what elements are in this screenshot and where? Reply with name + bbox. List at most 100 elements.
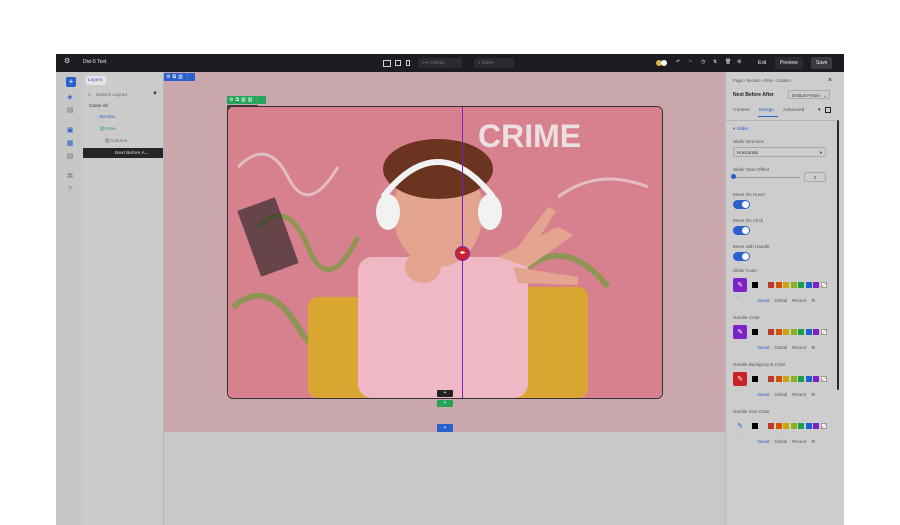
- tablet-view-icon[interactable]: [395, 60, 401, 66]
- global-tab[interactable]: Global: [774, 345, 787, 351]
- color-swatch[interactable]: [775, 423, 782, 429]
- settings-icon[interactable]: ⚙: [811, 392, 815, 398]
- add-section-button[interactable]: +: [437, 424, 453, 432]
- tab-layers[interactable]: Layers: [86, 76, 106, 85]
- start-offset-slider[interactable]: [734, 177, 800, 178]
- swatch-black[interactable]: [752, 423, 758, 429]
- color-source-tabs[interactable]: Saved Global Recent ⚙: [757, 298, 815, 304]
- more-icon[interactable]: ···: [735, 294, 740, 299]
- global-tab[interactable]: Global: [774, 298, 787, 304]
- color-swatches[interactable]: [768, 329, 827, 335]
- color-swatch[interactable]: [768, 423, 774, 429]
- preset-select[interactable]: Default Preset ⌄: [788, 90, 830, 99]
- color-swatches[interactable]: [768, 282, 827, 288]
- color-swatch[interactable]: [798, 329, 804, 335]
- global-tab[interactable]: Global: [774, 392, 787, 398]
- close-icon[interactable]: ×: [828, 77, 832, 84]
- width-field[interactable]: ⟷ 1280px: [418, 58, 462, 68]
- add-module-inline-button[interactable]: +: [437, 390, 453, 397]
- color-swatch[interactable]: [813, 376, 819, 382]
- select-icon[interactable]: ▣: [66, 127, 74, 135]
- saved-tab[interactable]: Saved: [757, 345, 769, 351]
- save-button[interactable]: Save: [811, 57, 833, 69]
- more-icon[interactable]: ⋮: [255, 97, 260, 103]
- slider-direction-select[interactable]: Horizontal ▾: [733, 147, 826, 157]
- color-swatches[interactable]: [768, 423, 827, 429]
- color-swatch[interactable]: [805, 282, 812, 288]
- saved-tab[interactable]: Saved: [757, 392, 769, 398]
- modules-icon[interactable]: ▧: [66, 153, 74, 161]
- panel-scrollbar[interactable]: [837, 120, 839, 390]
- add-module-button[interactable]: +: [66, 77, 76, 87]
- color-swatch[interactable]: [813, 282, 819, 288]
- color-swatch[interactable]: [768, 376, 774, 382]
- no-color-swatch[interactable]: [820, 423, 827, 429]
- more-icon[interactable]: ⋮: [185, 74, 190, 80]
- preview-button[interactable]: Preview: [775, 57, 803, 69]
- phone-view-icon[interactable]: [406, 60, 410, 66]
- section-controls[interactable]: ⚙ ⧉ ▥ ⋮: [164, 73, 195, 81]
- swatch-black[interactable]: [752, 329, 758, 335]
- move-on-click-toggle[interactable]: [733, 226, 750, 235]
- add-row-button[interactable]: +: [437, 400, 453, 407]
- shortcuts-icon[interactable]: ⌘: [66, 173, 74, 181]
- color-swatch[interactable]: [813, 423, 819, 429]
- search-input[interactable]: Search Layout: [96, 93, 127, 98]
- chevron-down-icon[interactable]: ▾: [818, 107, 821, 113]
- saved-tab[interactable]: Saved: [757, 439, 769, 445]
- layers-search[interactable]: ⌕ Search Layout ▼: [88, 91, 158, 100]
- color-picker-button[interactable]: ✎: [733, 372, 747, 386]
- settings-icon[interactable]: ⚙: [811, 345, 815, 351]
- color-swatch[interactable]: [768, 329, 774, 335]
- desktop-view-icon[interactable]: [383, 60, 391, 67]
- color-source-tabs[interactable]: Saved Global Recent ⚙: [757, 345, 815, 351]
- recent-tab[interactable]: Recent: [792, 392, 806, 398]
- library-icon[interactable]: ▦: [66, 140, 74, 148]
- color-swatch[interactable]: [805, 423, 812, 429]
- layer-item-row[interactable]: ▥ Row: [100, 127, 115, 132]
- color-picker-button[interactable]: ✎: [733, 278, 747, 292]
- saved-tab[interactable]: Saved: [757, 298, 769, 304]
- color-swatch[interactable]: [775, 282, 782, 288]
- layers-icon[interactable]: ◈: [66, 94, 74, 102]
- settings-icon[interactable]: ⚙: [229, 97, 233, 103]
- color-swatch[interactable]: [790, 376, 797, 382]
- tab-advanced[interactable]: Advanced: [783, 108, 804, 113]
- history-icon[interactable]: ◷: [701, 59, 705, 65]
- tab-design[interactable]: Design: [759, 108, 774, 113]
- move-on-hover-toggle[interactable]: [733, 200, 750, 209]
- slider-handle[interactable]: ◂▸: [455, 246, 470, 261]
- color-swatch[interactable]: [798, 282, 804, 288]
- global-tab[interactable]: Global: [774, 439, 787, 445]
- row-controls[interactable]: ⚙ ⧉ ▥ ▥ ⋮: [227, 96, 266, 104]
- exit-button[interactable]: Exit: [753, 57, 771, 69]
- color-swatch[interactable]: [783, 376, 789, 382]
- trash-icon[interactable]: ▥: [248, 97, 253, 103]
- layer-item-column[interactable]: ▥ Column: [105, 139, 127, 144]
- swatch-black[interactable]: [752, 282, 758, 288]
- color-swatch[interactable]: [790, 423, 797, 429]
- color-swatch[interactable]: [783, 423, 789, 429]
- move-with-handle-toggle[interactable]: [733, 252, 750, 261]
- color-picker-button[interactable]: ✎: [733, 325, 747, 339]
- square-icon[interactable]: [825, 107, 831, 113]
- color-swatch[interactable]: [805, 376, 812, 382]
- color-swatch[interactable]: [790, 282, 797, 288]
- duplicate-icon[interactable]: ⧉: [172, 74, 176, 80]
- color-swatch[interactable]: [813, 329, 819, 335]
- swatch-black[interactable]: [752, 376, 758, 382]
- color-source-tabs[interactable]: Saved Global Recent ⚙: [757, 439, 815, 445]
- layer-item-section[interactable]: ◌ Section: [95, 115, 115, 120]
- more-icon[interactable]: ···: [735, 388, 740, 393]
- color-swatch[interactable]: [775, 329, 782, 335]
- settings-icon[interactable]: ⚙: [811, 439, 815, 445]
- group-toggle[interactable]: ▾ Slider: [733, 126, 748, 132]
- close-all-button[interactable]: Close All: [89, 104, 108, 109]
- settings-icon[interactable]: ⚙: [811, 298, 815, 304]
- columns-icon[interactable]: ▥: [241, 97, 246, 103]
- settings-icon[interactable]: ⚙: [737, 59, 741, 65]
- recent-tab[interactable]: Recent: [792, 345, 806, 351]
- undo-icon[interactable]: ↶: [676, 59, 680, 65]
- tab-content[interactable]: Content: [733, 108, 750, 113]
- pages-icon[interactable]: ▤: [66, 107, 74, 115]
